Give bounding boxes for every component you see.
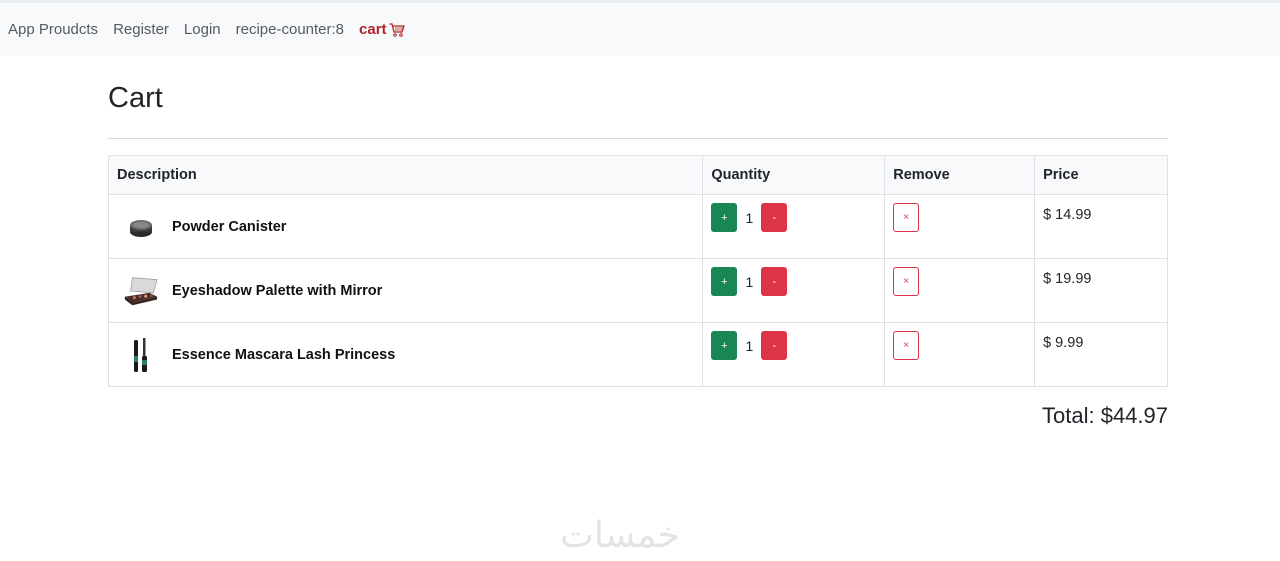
increase-quantity-button[interactable]: + bbox=[711, 267, 738, 296]
cart-table: Description Quantity Remove Price Powder… bbox=[107, 155, 1168, 387]
description-cell: Essence Mascara Lash Princess bbox=[107, 322, 704, 387]
remove-cell: × bbox=[884, 322, 1036, 387]
powder-canister-image bbox=[123, 207, 159, 247]
divider bbox=[108, 138, 1168, 139]
nav-recipe-counter[interactable]: recipe-counter:8 bbox=[236, 21, 344, 38]
decrease-quantity-button[interactable]: - bbox=[761, 331, 788, 360]
mascara-image bbox=[123, 335, 159, 375]
watermark-logo: خمسات bbox=[560, 515, 681, 556]
header-description: Description bbox=[107, 155, 704, 195]
description-cell: Powder Canister bbox=[107, 194, 704, 259]
remove-item-button[interactable]: × bbox=[893, 267, 920, 296]
quantity-cell: + 1 - bbox=[702, 194, 886, 259]
price-cell: $ 9.99 bbox=[1034, 322, 1168, 387]
quantity-cell: + 1 - bbox=[702, 258, 886, 323]
increase-quantity-button[interactable]: + bbox=[711, 203, 738, 232]
nav-register[interactable]: Register bbox=[113, 21, 169, 38]
table-header-row: Description Quantity Remove Price bbox=[107, 155, 1168, 195]
cart-icon bbox=[389, 22, 405, 37]
quantity-cell: + 1 - bbox=[702, 322, 886, 387]
header-remove: Remove bbox=[884, 155, 1036, 195]
table-row: Essence Mascara Lash Princess + 1 - × $ … bbox=[107, 322, 1168, 387]
quantity-value: 1 bbox=[745, 273, 754, 290]
nav-cart-link[interactable]: cart bbox=[359, 21, 405, 38]
decrease-quantity-button[interactable]: - bbox=[761, 203, 788, 232]
increase-quantity-button[interactable]: + bbox=[711, 331, 738, 360]
remove-item-button[interactable]: × bbox=[893, 331, 920, 360]
decrease-quantity-button[interactable]: - bbox=[761, 267, 788, 296]
product-name: Eyeshadow Palette with Mirror bbox=[172, 282, 383, 299]
eyeshadow-palette-image bbox=[123, 271, 159, 311]
cart-total: Total: $44.97 bbox=[1042, 403, 1168, 428]
nav-cart-label: cart bbox=[359, 21, 387, 38]
product-name: Essence Mascara Lash Princess bbox=[172, 346, 396, 363]
nav-app-products[interactable]: App Proudcts bbox=[8, 21, 98, 38]
quantity-value: 1 bbox=[745, 209, 754, 226]
table-row: Eyeshadow Palette with Mirror + 1 - × $ … bbox=[107, 258, 1168, 323]
header-price: Price bbox=[1034, 155, 1168, 195]
product-name: Powder Canister bbox=[172, 218, 287, 235]
price-cell: $ 14.99 bbox=[1034, 194, 1168, 259]
remove-cell: × bbox=[884, 258, 1036, 323]
navbar: App Proudcts Register Login recipe-count… bbox=[0, 3, 1280, 56]
cart-container: Cart Description Quantity Remove Price P… bbox=[107, 56, 1168, 429]
page-title: Cart bbox=[108, 82, 163, 114]
table-row: Powder Canister + 1 - × $ 14.99 bbox=[107, 194, 1168, 259]
price-cell: $ 19.99 bbox=[1034, 258, 1168, 323]
quantity-value: 1 bbox=[745, 337, 754, 354]
header-quantity: Quantity bbox=[702, 155, 886, 195]
nav-login[interactable]: Login bbox=[184, 21, 221, 38]
remove-cell: × bbox=[884, 194, 1036, 259]
remove-item-button[interactable]: × bbox=[893, 203, 920, 232]
description-cell: Eyeshadow Palette with Mirror bbox=[107, 258, 704, 323]
